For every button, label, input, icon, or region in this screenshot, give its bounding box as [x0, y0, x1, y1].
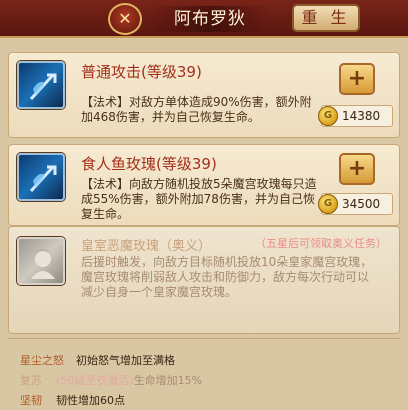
- hero-name: 阿布罗狄: [150, 6, 270, 32]
- skill-desc-line: 复生命。: [81, 207, 130, 221]
- attribute-row: 星尘之怒 初始怒气增加至满格: [20, 354, 175, 368]
- upgrade-button[interactable]: +: [339, 153, 375, 185]
- skill-desc-line: 【法术】对敌方单体造成90%伤害，额外附: [81, 95, 312, 109]
- gold-coin-icon: G: [318, 194, 338, 214]
- locked-skill-title: 皇室恶魔玫瑰（奥义）: [81, 239, 212, 254]
- skill-title: 普通攻击(等级39): [81, 63, 202, 81]
- attribute-row: 复苏 (50级圣衣激活)生命增加15%: [20, 374, 202, 388]
- upgrade-cost: G 14380: [318, 105, 393, 127]
- reborn-button[interactable]: 重 生: [292, 4, 360, 32]
- skill-panel-normal-attack: 普通攻击(等级39) 【法术】对敌方单体造成90%伤害，额外附 加468伤害，并…: [8, 52, 400, 138]
- upgrade-cost: G 34500: [318, 193, 393, 215]
- cost-value: 34500: [342, 197, 381, 211]
- skill-desc-line: 【法术】向敌方随机投放5朵魔宫玫瑰每只造: [81, 177, 317, 191]
- attribute-label: 星尘之怒: [20, 354, 64, 367]
- skill-desc-line: 加468伤害，并为自己恢复生命。: [81, 110, 260, 124]
- upgrade-button[interactable]: +: [339, 63, 375, 95]
- skill-panel-royal-demon-rose: 皇室恶魔玫瑰（奥义） （五星后可领取奥义任务） 后援时触发，向敌方目标随机投放1…: [8, 226, 400, 334]
- blue-spear-icon: [17, 153, 65, 201]
- hero-header: ✕ 阿布罗狄 重 生: [0, 0, 408, 38]
- attribute-label: 复苏: [20, 374, 42, 387]
- skill-panel-piranha-rose: 食人鱼玫瑰(等级39) 【法术】向敌方随机投放5朵魔宫玫瑰每只造 成55%伤害，…: [8, 144, 400, 226]
- attribute-value: 初始怒气增加至满格: [76, 354, 175, 367]
- locked-skill-desc: 后援时触发，向敌方目标随机投放10朵皇家魔宫玫瑰， 魔宫玫瑰将削弱敌人攻击和防御…: [81, 255, 393, 300]
- cost-value: 14380: [342, 109, 381, 123]
- locked-desc-line: 魔宫玫瑰将削弱敌人攻击和防御力，敌方每次行动可以: [81, 270, 370, 284]
- attribute-row: 坚韧 韧性增加60点: [20, 394, 125, 408]
- attribute-value: 韧性增加60点: [56, 394, 125, 407]
- skill-desc-line: 成55%伤害，额外附加78伤害，并为自己恢: [81, 192, 315, 206]
- attribute-label: 坚韧: [20, 394, 42, 407]
- divider: [8, 338, 400, 339]
- locked-desc-line: 后援时触发，向敌方目标随机投放10朵皇家魔宫玫瑰，: [81, 255, 373, 269]
- hero-portrait-icon: [17, 237, 65, 285]
- crest-icon: ✕: [108, 3, 142, 35]
- gold-coin-icon: G: [318, 106, 338, 126]
- locked-desc-line: 减少自身一个皇家魔宫玫瑰。: [81, 285, 238, 299]
- skill-title: 食人鱼玫瑰(等级39): [81, 155, 217, 173]
- unlock-hint: （五星后可领取奥义任务）: [255, 237, 387, 250]
- attribute-value: 生命增加15%: [133, 374, 203, 387]
- blue-spear-icon: [17, 61, 65, 109]
- attribute-tip: (50级圣衣激活): [56, 374, 134, 387]
